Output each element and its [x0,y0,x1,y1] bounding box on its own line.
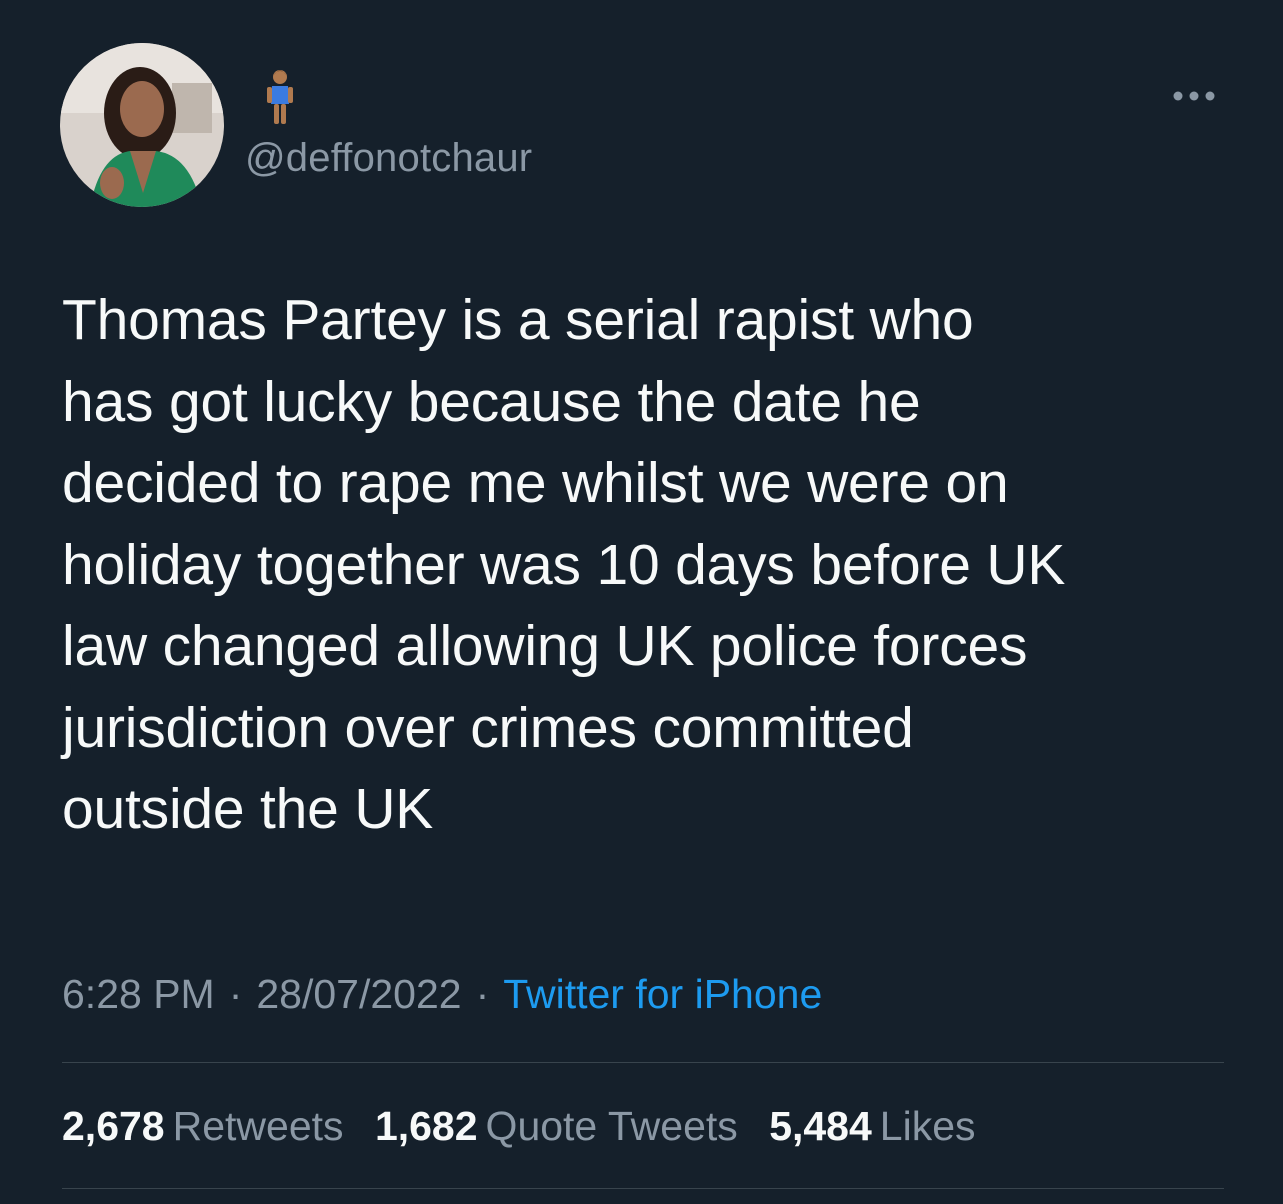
quote-tweets-label: Quote Tweets [485,1103,738,1149]
tweet-text-line: jurisdiction over crimes committed [62,695,914,760]
meta-separator: · [228,971,243,1017]
tweet-time[interactable]: 6:28 PM [62,971,215,1017]
avatar[interactable] [60,43,224,207]
more-horizontal-icon[interactable] [1170,78,1220,114]
tweet-stats: 2,678 Retweets 1,682 Quote Tweets 5,484 Lik… [62,1100,996,1152]
quote-tweets-count: 1,682 [374,1103,478,1149]
tweet-text-line: outside the UK [62,777,434,841]
tweet-date[interactable]: 28/07/2022 [256,971,461,1017]
tweet-text: Thomas Partey is a serial rapist who has… [62,280,1242,851]
tweet-source-link[interactable]: Twitter for iPhone [503,971,822,1017]
author-handle[interactable]: @deffonotchaur [245,134,532,182]
tweet-meta: 6:28 PM · 28/07/2022 · Twitter for iPhone [62,968,822,1020]
tweet-text-line: holiday together was 10 days before UK [62,532,1066,597]
divider [62,1188,1224,1189]
likes-stat[interactable]: 5,484 Likes [769,1100,975,1152]
tweet-text-line: decided to rape me whilst we were on [62,451,1009,515]
likes-count: 5,484 [769,1103,872,1149]
divider [62,1062,1224,1063]
likes-label: Likes [879,1103,976,1149]
meta-separator: · [475,971,490,1017]
tweet-text-line: Thomas Partey is a serial rapist who [62,288,974,352]
tweet: @deffonotchaur Thomas Partey is a serial… [0,0,1283,1204]
tweet-text-line: law changed allowing UK police forces [62,614,1028,678]
standing-woman-emoji [262,68,298,126]
tweet-text-line: has got lucky because the date he [62,369,921,434]
retweets-count: 2,678 [62,1103,165,1149]
retweets-stat[interactable]: 2,678 Retweets [62,1100,344,1152]
retweets-label: Retweets [172,1103,344,1149]
quote-tweets-stat[interactable]: 1,682 Quote Tweets [375,1100,738,1152]
